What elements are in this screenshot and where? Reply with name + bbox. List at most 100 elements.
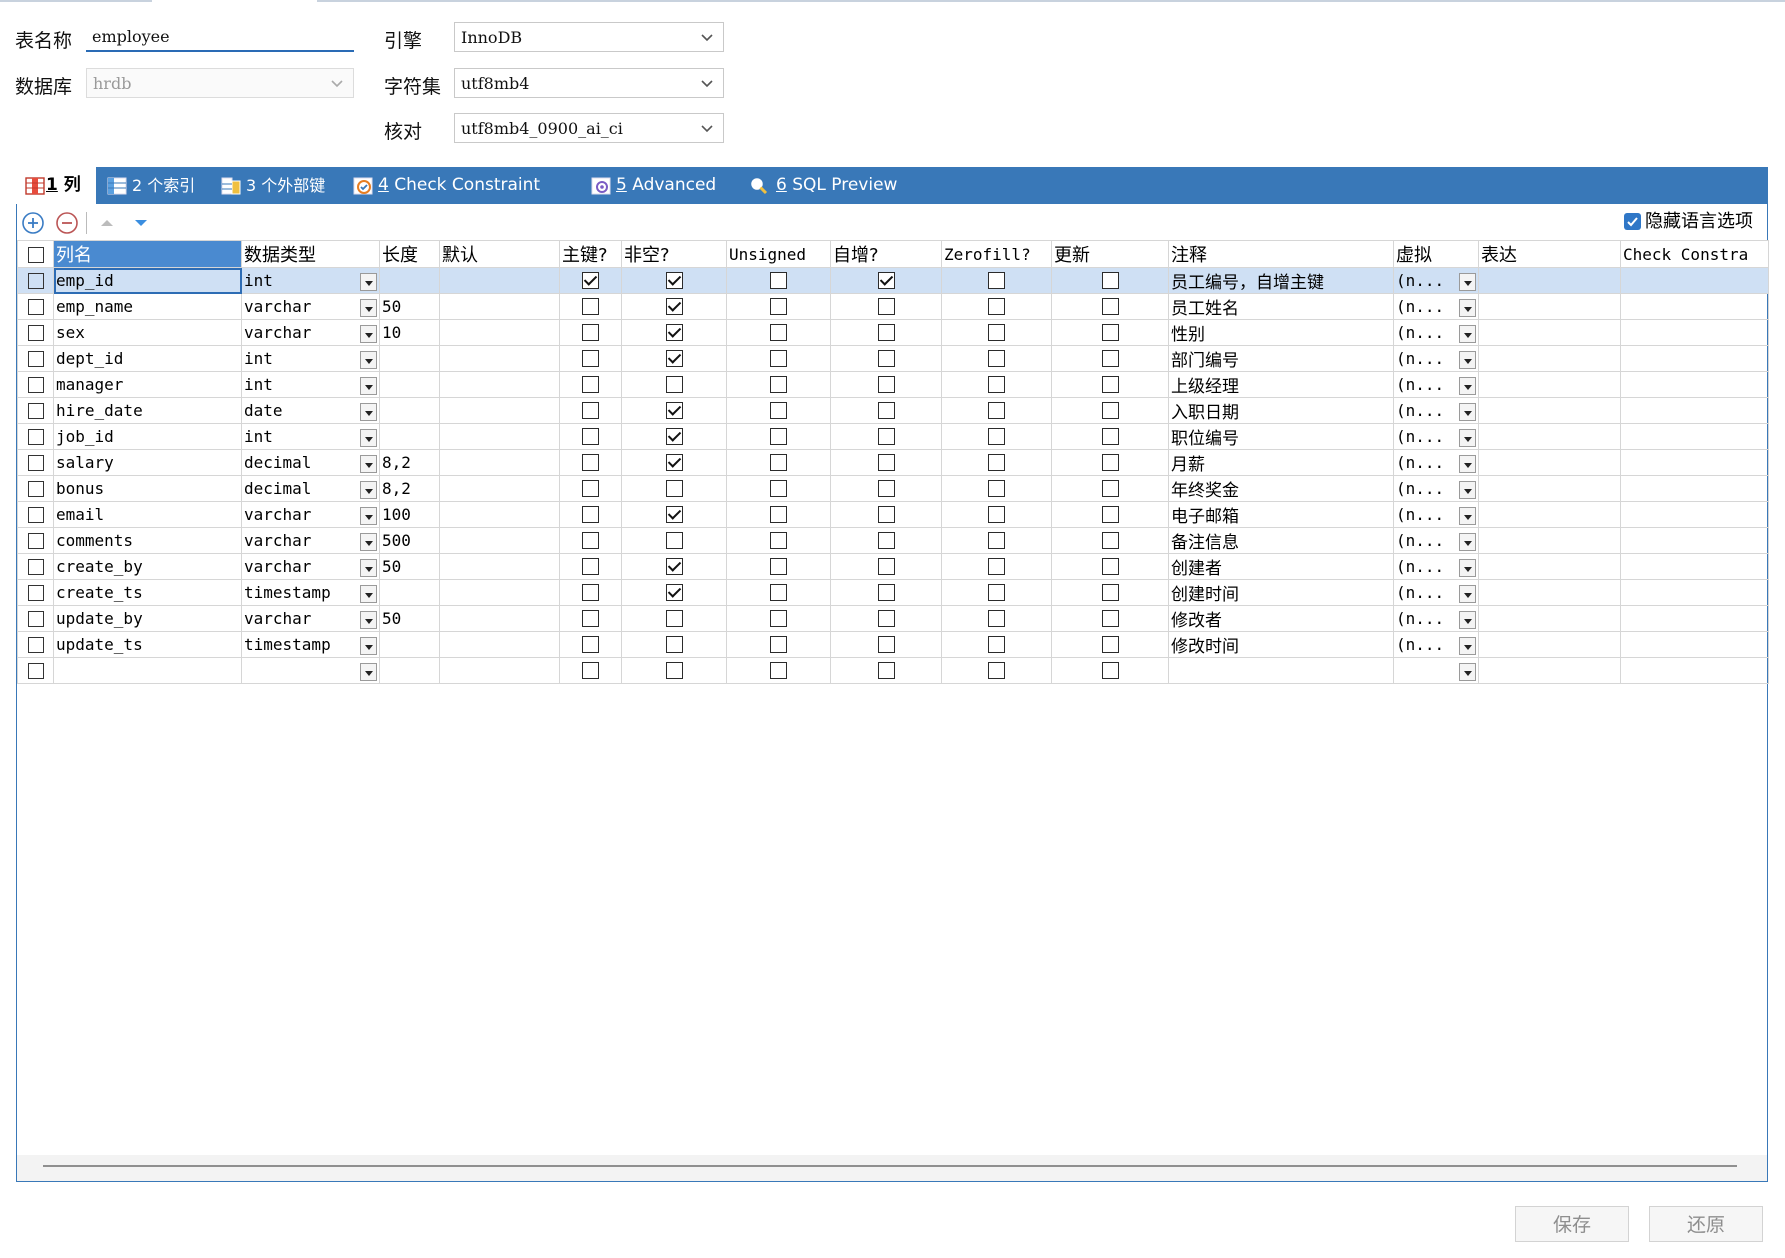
- pk-checkbox[interactable]: [559, 293, 622, 320]
- table-row[interactable]: emp_name varchar 50 员工姓名 (n...: [17, 293, 1769, 320]
- length-cell[interactable]: 8,2: [379, 449, 440, 476]
- default-cell[interactable]: [439, 449, 560, 476]
- data-type-cell[interactable]: int: [241, 423, 380, 450]
- scrollbar-thumb[interactable]: [43, 1165, 1737, 1167]
- data-type-cell[interactable]: timestamp: [241, 631, 380, 658]
- col-header-unsigned[interactable]: Unsigned: [726, 240, 831, 268]
- tab-indexes[interactable]: 2 个索引: [102, 167, 202, 204]
- zf-checkbox[interactable]: [941, 605, 1052, 632]
- nn-checkbox[interactable]: [621, 423, 727, 450]
- length-cell[interactable]: 10: [379, 319, 440, 346]
- uns-checkbox[interactable]: [726, 475, 831, 502]
- dropdown-arrow-icon[interactable]: [360, 402, 377, 421]
- col-header-autoinc[interactable]: 自增?: [830, 240, 942, 268]
- length-cell[interactable]: 500: [379, 527, 440, 554]
- comment-cell[interactable]: 部门编号: [1168, 345, 1394, 372]
- comment-cell[interactable]: 职位编号: [1168, 423, 1394, 450]
- length-cell[interactable]: [379, 371, 440, 398]
- upd-checkbox[interactable]: [1051, 475, 1169, 502]
- data-type-cell[interactable]: varchar: [241, 527, 380, 554]
- row-select-checkbox[interactable]: [17, 657, 54, 684]
- upd-checkbox[interactable]: [1051, 319, 1169, 346]
- virtual-cell[interactable]: (n...: [1393, 449, 1479, 476]
- ai-checkbox[interactable]: [830, 293, 942, 320]
- dropdown-arrow-icon[interactable]: [1459, 506, 1476, 525]
- expression-cell[interactable]: [1478, 423, 1621, 450]
- virtual-cell[interactable]: (n...: [1393, 267, 1479, 294]
- column-name-cell[interactable]: manager: [53, 371, 242, 398]
- virtual-cell[interactable]: (n...: [1393, 423, 1479, 450]
- length-cell[interactable]: [379, 397, 440, 424]
- uns-checkbox[interactable]: [726, 657, 831, 684]
- data-type-cell[interactable]: date: [241, 397, 380, 424]
- nn-checkbox[interactable]: [621, 397, 727, 424]
- ai-checkbox[interactable]: [830, 657, 942, 684]
- col-header-name[interactable]: 列名: [53, 240, 242, 268]
- ai-checkbox[interactable]: [830, 371, 942, 398]
- check-constraint-cell[interactable]: [1620, 397, 1769, 424]
- dropdown-arrow-icon[interactable]: [1459, 454, 1476, 473]
- row-select-checkbox[interactable]: [17, 579, 54, 606]
- data-type-cell[interactable]: decimal: [241, 449, 380, 476]
- column-name-cell[interactable]: create_ts: [53, 579, 242, 606]
- row-select-checkbox[interactable]: [17, 527, 54, 554]
- pk-checkbox[interactable]: [559, 449, 622, 476]
- dropdown-arrow-icon[interactable]: [360, 298, 377, 317]
- expression-cell[interactable]: [1478, 345, 1621, 372]
- virtual-cell[interactable]: (n...: [1393, 371, 1479, 398]
- length-cell[interactable]: [379, 345, 440, 372]
- pk-checkbox[interactable]: [559, 527, 622, 554]
- table-row[interactable]: manager int 上级经理 (n...: [17, 371, 1769, 398]
- data-type-cell[interactable]: decimal: [241, 475, 380, 502]
- zf-checkbox[interactable]: [941, 475, 1052, 502]
- comment-cell[interactable]: 电子邮箱: [1168, 501, 1394, 528]
- data-type-cell[interactable]: int: [241, 371, 380, 398]
- column-name-cell[interactable]: [53, 657, 242, 684]
- pk-checkbox[interactable]: [559, 657, 622, 684]
- dropdown-arrow-icon[interactable]: [1459, 558, 1476, 577]
- default-cell[interactable]: [439, 501, 560, 528]
- default-cell[interactable]: [439, 267, 560, 294]
- zf-checkbox[interactable]: [941, 527, 1052, 554]
- zf-checkbox[interactable]: [941, 397, 1052, 424]
- data-type-cell[interactable]: [241, 657, 380, 684]
- check-constraint-cell[interactable]: [1620, 449, 1769, 476]
- virtual-cell[interactable]: (n...: [1393, 605, 1479, 632]
- dropdown-arrow-icon[interactable]: [1459, 324, 1476, 343]
- check-constraint-cell[interactable]: [1620, 371, 1769, 398]
- pk-checkbox[interactable]: [559, 319, 622, 346]
- data-type-cell[interactable]: varchar: [241, 553, 380, 580]
- default-cell[interactable]: [439, 527, 560, 554]
- zf-checkbox[interactable]: [941, 501, 1052, 528]
- expression-cell[interactable]: [1478, 397, 1621, 424]
- uns-checkbox[interactable]: [726, 345, 831, 372]
- virtual-cell[interactable]: (n...: [1393, 397, 1479, 424]
- table-row[interactable]: update_ts timestamp 修改时间 (n...: [17, 631, 1769, 658]
- virtual-cell[interactable]: (n...: [1393, 579, 1479, 606]
- check-constraint-cell[interactable]: [1620, 267, 1769, 294]
- add-column-icon[interactable]: [21, 211, 45, 235]
- dropdown-arrow-icon[interactable]: [360, 376, 377, 395]
- uns-checkbox[interactable]: [726, 449, 831, 476]
- nn-checkbox[interactable]: [621, 267, 727, 294]
- check-constraint-cell[interactable]: [1620, 657, 1769, 684]
- upd-checkbox[interactable]: [1051, 371, 1169, 398]
- column-name-cell[interactable]: salary: [53, 449, 242, 476]
- dropdown-arrow-icon[interactable]: [360, 636, 377, 655]
- pk-checkbox[interactable]: [559, 475, 622, 502]
- nn-checkbox[interactable]: [621, 293, 727, 320]
- table-row[interactable]: comments varchar 500 备注信息 (n...: [17, 527, 1769, 554]
- expression-cell[interactable]: [1478, 501, 1621, 528]
- comment-cell[interactable]: 修改者: [1168, 605, 1394, 632]
- zf-checkbox[interactable]: [941, 579, 1052, 606]
- column-name-cell[interactable]: email: [53, 501, 242, 528]
- column-name-cell[interactable]: update_by: [53, 605, 242, 632]
- save-button[interactable]: 保存: [1515, 1206, 1629, 1242]
- check-constraint-cell[interactable]: [1620, 345, 1769, 372]
- virtual-cell[interactable]: [1393, 657, 1479, 684]
- expression-cell[interactable]: [1478, 267, 1621, 294]
- dropdown-arrow-icon[interactable]: [360, 324, 377, 343]
- check-constraint-cell[interactable]: [1620, 423, 1769, 450]
- row-select-checkbox[interactable]: [17, 449, 54, 476]
- check-constraint-cell[interactable]: [1620, 527, 1769, 554]
